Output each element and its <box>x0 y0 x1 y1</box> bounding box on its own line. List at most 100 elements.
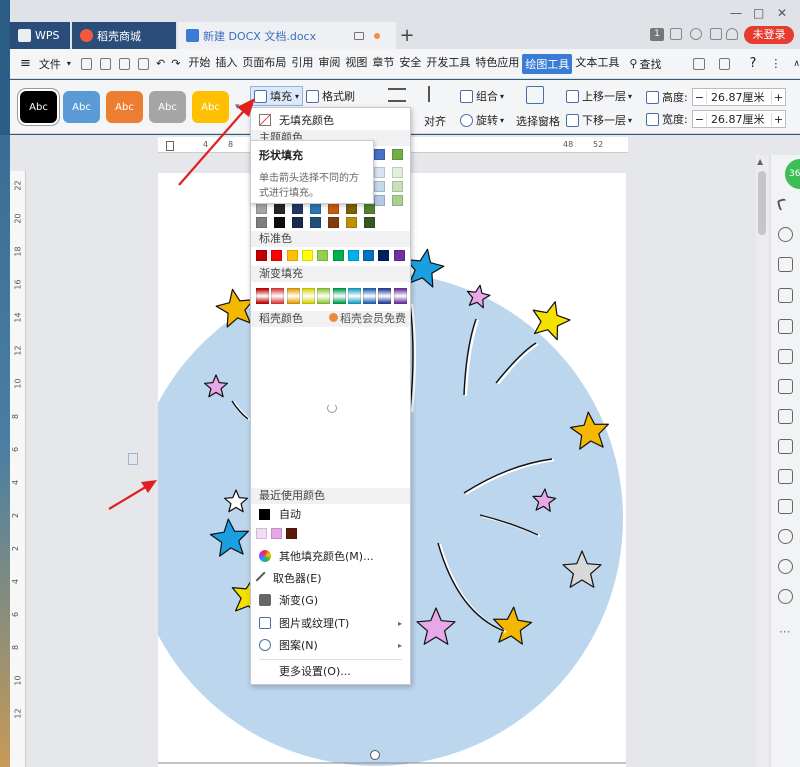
menu-tab[interactable]: 页面布局 <box>240 54 288 74</box>
layout-options-icon[interactable] <box>128 453 138 465</box>
standard-color-swatch[interactable] <box>317 250 329 261</box>
undo-icon[interactable]: ↶ <box>156 57 165 70</box>
shirt-icon[interactable] <box>710 28 722 40</box>
history-icon[interactable] <box>778 559 793 574</box>
gradient-color-swatch[interactable] <box>347 288 361 304</box>
theme-color-swatch[interactable] <box>364 217 375 228</box>
width-value[interactable]: 26.87厘米 <box>707 111 771 127</box>
selection-pane-icon[interactable] <box>526 86 544 104</box>
standard-color-swatch[interactable] <box>256 250 267 261</box>
more-horizontal-icon[interactable]: ··· <box>779 625 790 639</box>
theme-color-swatch[interactable] <box>274 217 285 228</box>
auto-color-option[interactable]: 自动 <box>251 506 410 522</box>
gradient-item[interactable]: 渐变(G) <box>251 589 410 611</box>
gradient-color-swatch[interactable] <box>286 288 300 304</box>
scroll-up-icon[interactable]: ▲ <box>757 157 763 166</box>
theme-color-swatch[interactable] <box>392 167 403 178</box>
shield-icon[interactable] <box>778 529 793 544</box>
translate-icon[interactable] <box>778 439 793 454</box>
archive-icon[interactable] <box>778 469 793 484</box>
gradient-color-swatch[interactable] <box>378 288 392 304</box>
gradient-color-swatch[interactable] <box>317 288 331 304</box>
search-icon[interactable]: ⚲ <box>629 57 637 70</box>
theme-color-swatch[interactable] <box>346 203 357 214</box>
login-button[interactable]: 未登录 <box>744 26 794 44</box>
send-backward-button[interactable]: 下移一层 ▾ <box>566 112 632 128</box>
bring-forward-button[interactable]: 上移一层 ▾ <box>566 88 632 104</box>
file-menu[interactable]: 文件 <box>37 56 63 72</box>
shape-style-blue[interactable]: Abc <box>63 91 100 123</box>
theme-color-swatch[interactable] <box>328 217 339 228</box>
theme-color-swatch[interactable] <box>256 203 267 214</box>
rotate-button[interactable]: 旋转 ▾ <box>460 112 504 128</box>
menu-tab[interactable]: 绘图工具 <box>522 53 573 74</box>
width-decrease[interactable]: − <box>693 112 707 126</box>
recent-color-swatch[interactable] <box>256 528 267 539</box>
skin-icon[interactable] <box>690 28 702 40</box>
standard-color-swatch[interactable] <box>363 250 375 261</box>
width-input[interactable]: − 26.87厘米 + <box>692 110 786 128</box>
theme-color-swatch[interactable] <box>292 217 303 228</box>
standard-color-swatch[interactable] <box>271 250 283 261</box>
more-fill-colors-item[interactable]: 其他填充颜色(M)... <box>251 545 410 567</box>
menu-tab[interactable]: 视图 <box>343 54 369 74</box>
theme-color-swatch[interactable] <box>310 203 321 214</box>
more-settings-item[interactable]: 更多设置(O)... <box>251 660 410 682</box>
picture-texture-item[interactable]: 图片或纹理(T) ▸ <box>251 612 410 634</box>
menu-tab[interactable]: 开发工具 <box>424 54 472 74</box>
gradient-color-swatch[interactable] <box>332 288 346 304</box>
theme-color-swatch[interactable] <box>392 149 403 160</box>
theme-color-swatch[interactable] <box>392 181 403 192</box>
adjust-icon[interactable] <box>778 349 793 364</box>
theme-color-swatch[interactable] <box>274 203 285 214</box>
style-icon[interactable] <box>778 257 793 272</box>
height-decrease[interactable]: − <box>693 90 707 104</box>
theme-color-swatch[interactable] <box>364 203 375 214</box>
theme-color-swatch[interactable] <box>374 181 385 192</box>
align-icon[interactable] <box>428 86 444 102</box>
theme-color-swatch[interactable] <box>346 217 357 228</box>
selection-pane-button[interactable]: 选择窗格 <box>516 113 560 129</box>
group-button[interactable]: 组合 ▾ <box>460 88 504 104</box>
menu-tab[interactable]: 开始 <box>186 54 212 74</box>
print-icon[interactable] <box>118 57 130 70</box>
layout-icon[interactable] <box>778 319 793 334</box>
chevron-down-icon[interactable]: ▾ <box>295 92 299 101</box>
eyedropper-item[interactable]: 取色器(E) <box>251 567 410 589</box>
library-icon[interactable] <box>778 379 793 394</box>
gradient-color-swatch[interactable] <box>271 288 285 304</box>
height-increase[interactable]: + <box>771 90 785 104</box>
gradient-color-swatch[interactable] <box>256 288 269 304</box>
theme-color-swatch[interactable] <box>374 149 385 160</box>
gradient-color-swatch[interactable] <box>363 288 377 304</box>
standard-color-swatch[interactable] <box>301 250 313 261</box>
cloud-sync-icon[interactable] <box>718 57 730 70</box>
theme-color-swatch[interactable] <box>292 203 303 214</box>
help-button[interactable]: ? <box>750 56 757 71</box>
close-button[interactable]: ✕ <box>777 6 787 20</box>
export-icon[interactable] <box>99 57 111 70</box>
vertical-ruler[interactable]: 22 20 18 16 14 12 10 8 6 4 2 2 4 6 8 10 12 <box>10 171 26 767</box>
grid-icon[interactable] <box>670 28 682 40</box>
menu-tab[interactable]: 文本工具 <box>573 54 621 74</box>
redo-icon[interactable]: ↷ <box>171 57 180 70</box>
print-preview-icon[interactable] <box>137 57 149 70</box>
standard-color-swatch[interactable] <box>347 250 359 261</box>
more-icon[interactable]: ⋮ <box>770 57 781 70</box>
standard-color-swatch[interactable] <box>286 250 298 261</box>
gradient-color-swatch[interactable] <box>301 288 315 304</box>
height-value[interactable]: 26.87厘米 <box>707 89 771 105</box>
tab-docer-store[interactable]: 稻壳商城 <box>72 22 176 49</box>
tab-document[interactable]: 新建 DOCX 文档.docx <box>178 22 396 49</box>
tab-wps[interactable]: WPS <box>10 22 70 49</box>
docer-member-link[interactable]: 稻壳会员免费 <box>329 311 406 327</box>
theme-color-swatch[interactable] <box>392 195 403 206</box>
save-icon[interactable] <box>80 57 92 70</box>
standard-color-swatch[interactable] <box>378 250 390 261</box>
format-painter-button[interactable]: 格式刷 <box>306 88 355 104</box>
pattern-item[interactable]: 图案(N) ▸ <box>251 634 410 656</box>
chevron-down-icon[interactable]: ▾ <box>67 59 71 68</box>
standard-color-swatch[interactable] <box>332 250 344 261</box>
standard-color-swatch[interactable] <box>393 250 405 261</box>
shape-style-orange[interactable]: Abc <box>106 91 143 123</box>
